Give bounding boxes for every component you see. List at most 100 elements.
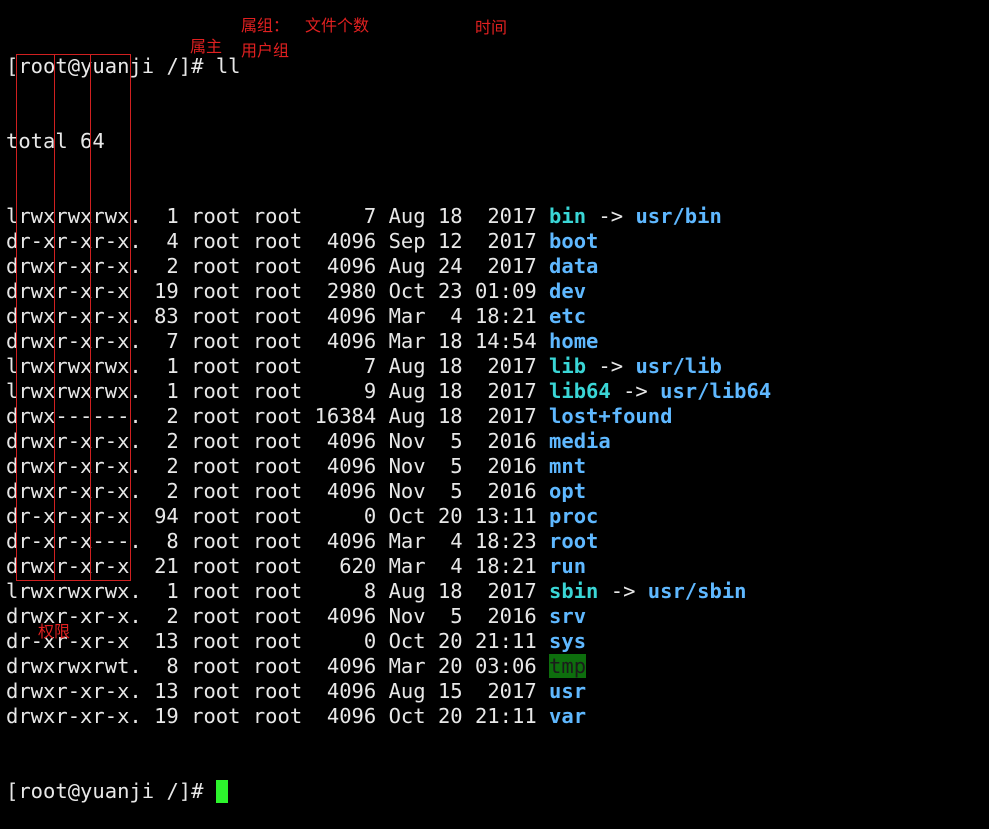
- month: Nov: [388, 604, 426, 628]
- file-size: 4096: [326, 454, 377, 478]
- owner-name: root: [191, 204, 241, 228]
- dir-name: media: [549, 429, 611, 453]
- dir-name: root: [549, 529, 599, 553]
- annotation-owner: 属主: [190, 37, 223, 56]
- link-count: 83: [154, 304, 179, 328]
- time-or-year: 2017: [487, 354, 537, 378]
- command-text: ll: [215, 54, 241, 78]
- file-size: 8: [363, 579, 377, 603]
- owner-name: root: [191, 529, 241, 553]
- group-name: root: [252, 479, 303, 503]
- permission-group-divider: [54, 54, 91, 581]
- day: 18: [437, 404, 463, 428]
- listing-row: drwxrwxrwt. 8 root root 4096 Mar 20 03:06 tm…: [6, 654, 771, 679]
- day: 18: [437, 329, 463, 353]
- month: Aug: [388, 379, 426, 403]
- link-count: 1: [166, 204, 179, 228]
- owner-name: root: [191, 254, 241, 278]
- dir-name: opt: [549, 479, 587, 503]
- link-count: 19: [154, 279, 179, 303]
- month: Mar: [388, 529, 426, 553]
- group-name: root: [252, 404, 303, 428]
- listing-row: dr-xr-xr-x 13 root root 0 Oct 20 21:11 sys: [6, 629, 771, 654]
- time-or-year: 13:11: [474, 504, 537, 528]
- symlink-target: usr/bin: [635, 204, 722, 228]
- day: 5: [450, 454, 463, 478]
- owner-name: root: [191, 479, 241, 503]
- month: Sep: [388, 229, 426, 253]
- link-count: 2: [166, 254, 179, 278]
- symlink-name: sbin: [549, 579, 599, 603]
- file-size: 4096: [326, 254, 377, 278]
- group-name: root: [252, 229, 303, 253]
- link-count: 2: [166, 454, 179, 478]
- time-or-year: 2017: [487, 579, 537, 603]
- link-count: 2: [166, 479, 179, 503]
- time-or-year: 2016: [487, 454, 537, 478]
- owner-name: root: [191, 379, 241, 403]
- permission-string: lrwxrwxrwx.: [6, 579, 142, 603]
- month: Oct: [388, 279, 426, 303]
- owner-name: root: [191, 579, 241, 603]
- month: Nov: [388, 454, 426, 478]
- day: 15: [437, 679, 463, 703]
- month: Nov: [388, 429, 426, 453]
- month: Aug: [388, 679, 426, 703]
- day: 18: [437, 379, 463, 403]
- permission-string: drwxr-xr-x.: [6, 604, 142, 628]
- month: Oct: [388, 504, 426, 528]
- group-name: root: [252, 679, 303, 703]
- sticky-dir-name: tmp: [549, 654, 587, 678]
- dir-name: dev: [549, 279, 587, 303]
- day: 18: [437, 354, 463, 378]
- owner-name: root: [191, 604, 241, 628]
- annotation-user-group: 用户组: [241, 41, 290, 60]
- owner-name: root: [191, 304, 241, 328]
- time-or-year: 2017: [487, 204, 537, 228]
- dir-name: run: [549, 554, 587, 578]
- file-size: 0: [363, 629, 377, 653]
- link-count: 1: [166, 379, 179, 403]
- day: 20: [437, 629, 463, 653]
- shell-prompt: [root@yuanji /]#: [6, 779, 216, 803]
- day: 24: [437, 254, 463, 278]
- time-or-year: 03:06: [474, 654, 537, 678]
- link-count: 2: [166, 429, 179, 453]
- day: 4: [450, 529, 463, 553]
- dir-name: home: [549, 329, 599, 353]
- day: 18: [437, 579, 463, 603]
- group-name: root: [252, 454, 303, 478]
- active-prompt-line[interactable]: [root@yuanji /]#: [6, 779, 771, 804]
- permission-string: drwxrwxrwt.: [6, 654, 142, 678]
- file-size: 2980: [326, 279, 377, 303]
- month: Mar: [388, 304, 426, 328]
- owner-name: root: [191, 704, 241, 728]
- file-size: 16384: [314, 404, 377, 428]
- day: 5: [450, 479, 463, 503]
- listing-row: lrwxrwxrwx. 1 root root 8 Aug 18 2017 sbin -…: [6, 579, 747, 603]
- owner-name: root: [191, 504, 241, 528]
- dir-name: boot: [549, 229, 599, 253]
- day: 5: [450, 429, 463, 453]
- listing-row: drwxr-xr-x. 2 root root 4096 Nov 5 2016 srv: [6, 604, 771, 629]
- month: Aug: [388, 254, 426, 278]
- permission-string: drwxr-xr-x.: [6, 679, 142, 703]
- month: Aug: [388, 404, 426, 428]
- link-count: 1: [166, 354, 179, 378]
- owner-name: root: [191, 654, 241, 678]
- dir-name: etc: [549, 304, 587, 328]
- month: Nov: [388, 479, 426, 503]
- time-or-year: 18:21: [474, 304, 537, 328]
- owner-name: root: [191, 629, 241, 653]
- time-or-year: 2016: [487, 429, 537, 453]
- text-cursor: [215, 780, 228, 803]
- link-count: 94: [154, 504, 179, 528]
- group-name: root: [252, 304, 303, 328]
- file-size: 4096: [326, 429, 377, 453]
- file-size: 4096: [326, 704, 377, 728]
- listing-row: drwxr-xr-x. 19 root root 4096 Oct 20 21:11 v…: [6, 704, 771, 729]
- day: 18: [437, 204, 463, 228]
- link-count: 21: [154, 554, 179, 578]
- time-or-year: 2017: [487, 254, 537, 278]
- month: Oct: [388, 704, 426, 728]
